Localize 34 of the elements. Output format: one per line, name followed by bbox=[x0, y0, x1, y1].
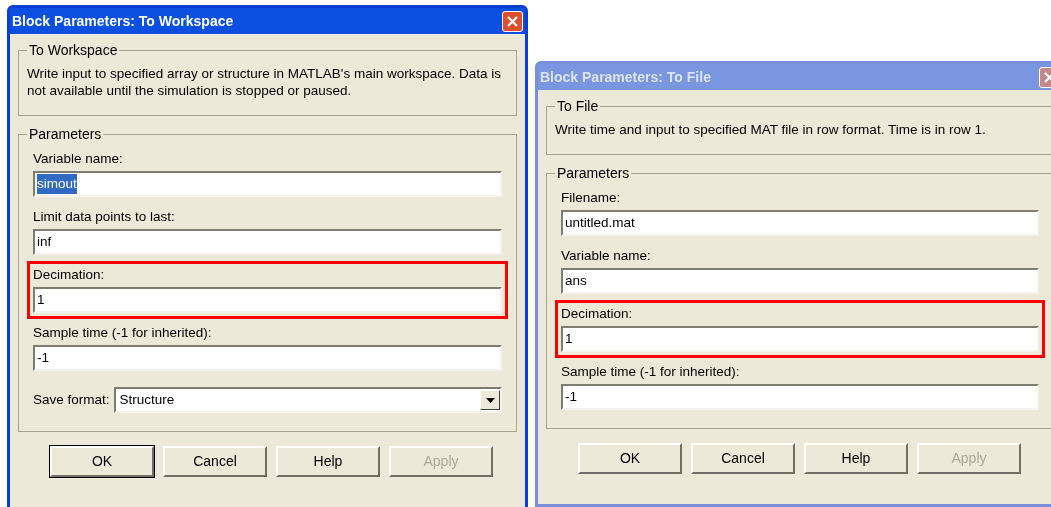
text-field[interactable]: simout bbox=[33, 171, 502, 197]
description-text: Write time and input to specified MAT file in row format. Time is in row 1. bbox=[555, 121, 987, 138]
dialog-button[interactable]: Help bbox=[804, 443, 908, 474]
text-field[interactable]: -1 bbox=[33, 345, 502, 371]
field-label: Decimation: bbox=[561, 305, 634, 322]
dialog-button[interactable]: Cancel bbox=[691, 443, 795, 474]
text-field[interactable]: untitled.mat bbox=[561, 210, 1039, 236]
group-label: Parameters bbox=[28, 125, 103, 144]
field-label: Save format: bbox=[33, 390, 110, 409]
group-label: Parameters bbox=[556, 164, 631, 183]
field-label: Variable name: bbox=[561, 247, 652, 264]
field-label: Limit data points to last: bbox=[33, 208, 176, 225]
field-label: Decimation: bbox=[33, 266, 106, 283]
field-label: Filename: bbox=[561, 189, 622, 206]
group-label: To File bbox=[556, 97, 600, 116]
text-field[interactable]: 1 bbox=[33, 287, 502, 313]
field-label: Variable name: bbox=[33, 150, 124, 167]
dialog-button[interactable]: Cancel bbox=[163, 446, 267, 477]
dropdown[interactable]: Structure bbox=[113, 387, 502, 413]
dialog-button[interactable]: Help bbox=[276, 446, 380, 477]
window-title: Block Parameters: To File bbox=[540, 67, 711, 87]
text-field[interactable]: 1 bbox=[561, 326, 1039, 352]
text-field[interactable]: -1 bbox=[561, 384, 1039, 410]
field-label: Sample time (-1 for inherited): bbox=[561, 363, 741, 380]
text-field[interactable]: inf bbox=[33, 229, 502, 255]
window-title: Block Parameters: To Workspace bbox=[12, 11, 234, 31]
dialog-button[interactable]: OK bbox=[578, 443, 682, 474]
description-text: Write input to specified array or structure in MATLAB's main workspace. Data is not available until the simulation is stopped or paused. bbox=[27, 65, 501, 99]
group-label: To Workspace bbox=[28, 41, 119, 60]
close-button[interactable] bbox=[502, 10, 523, 32]
close-icon bbox=[507, 15, 518, 27]
text-field[interactable]: ans bbox=[561, 268, 1039, 294]
field-label: Sample time (-1 for inherited): bbox=[33, 324, 213, 341]
dialog-button[interactable]: OK bbox=[50, 446, 154, 477]
